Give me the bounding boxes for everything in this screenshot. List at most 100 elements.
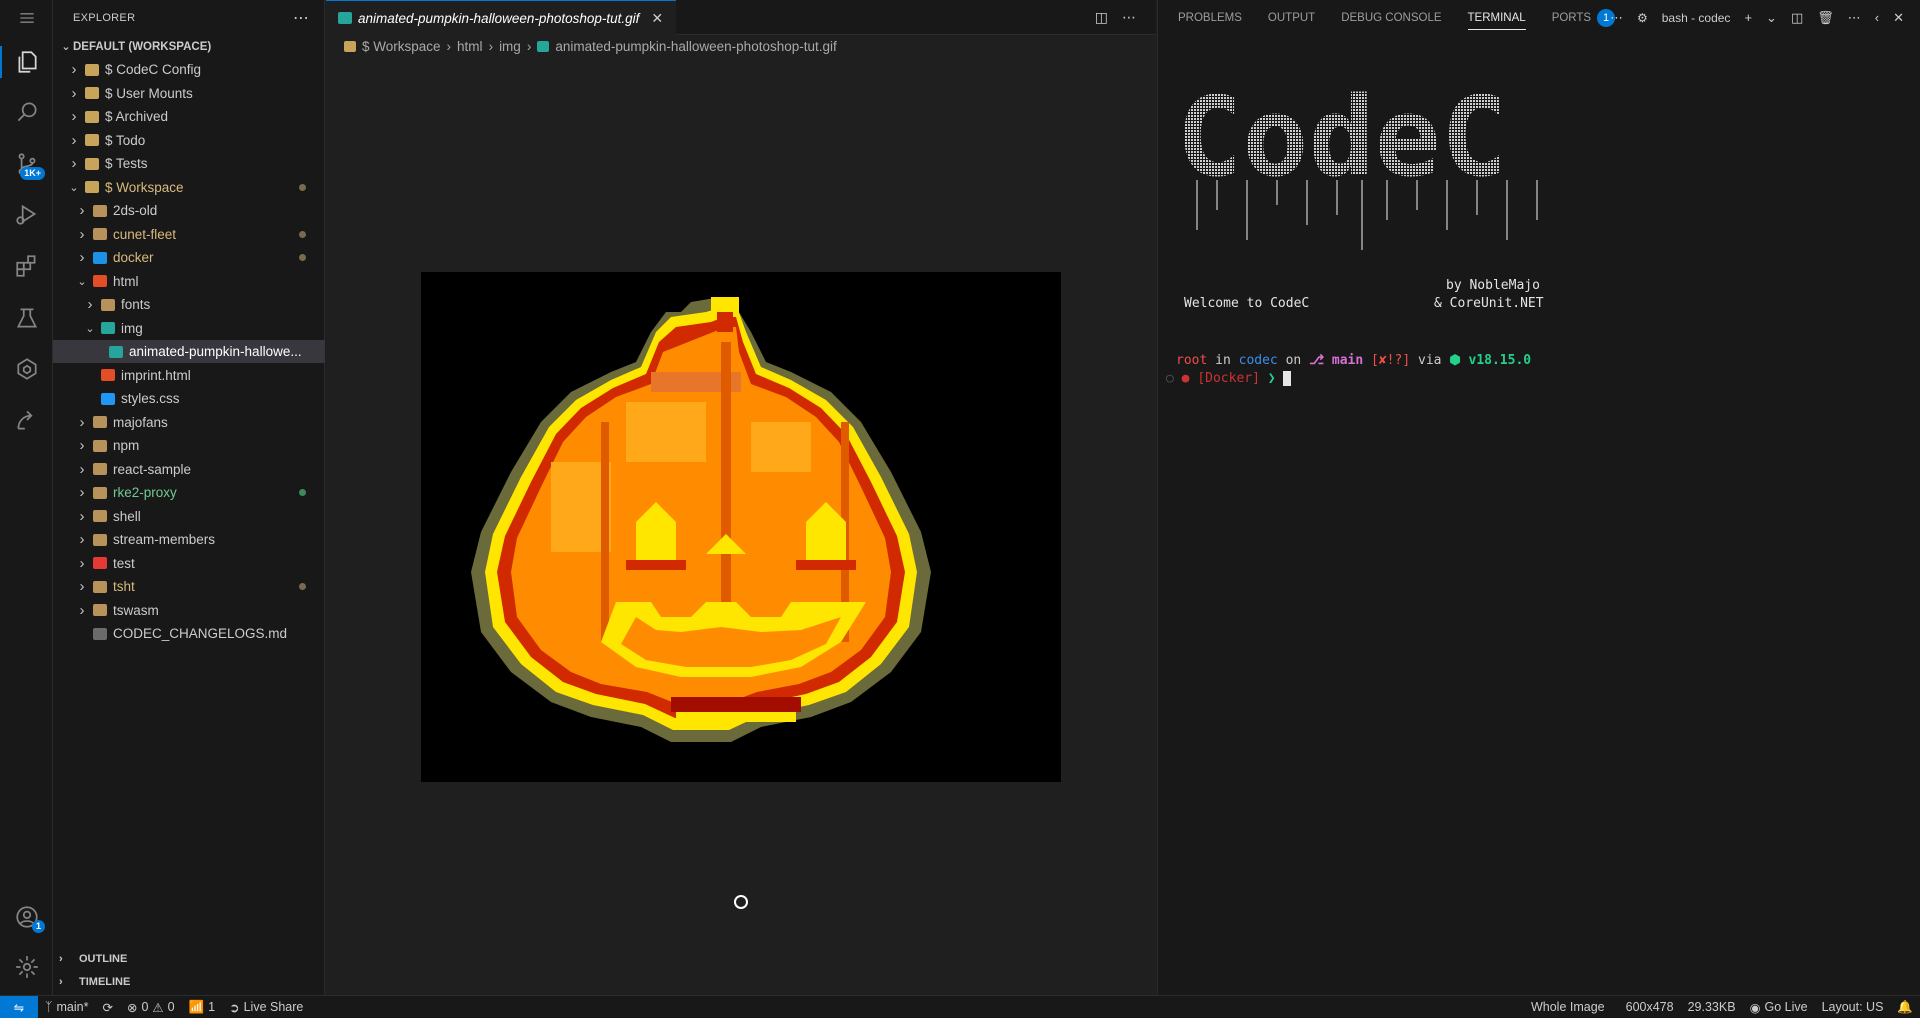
tab-output[interactable]: OUTPUT	[1268, 12, 1315, 24]
tree-item[interactable]: › $ Tests	[53, 152, 325, 175]
notifications-bell-icon[interactable]: 🔔	[1890, 1000, 1920, 1015]
folder-icon	[101, 298, 115, 311]
run-debug-icon[interactable]	[0, 190, 53, 238]
ports-status[interactable]: 📶 1	[182, 1000, 223, 1015]
tree-item[interactable]: ⌄ $ Workspace	[53, 176, 325, 199]
branch-status[interactable]: ᛉ main*	[38, 1000, 95, 1014]
folder-icon	[93, 533, 107, 546]
tree-item[interactable]: › tsht	[53, 575, 325, 598]
tree-item[interactable]: animated-pumpkin-hallowe...	[53, 340, 325, 363]
outline-section[interactable]: › OUTLINE	[53, 947, 325, 970]
tree-item[interactable]: › stream-members	[53, 528, 325, 551]
breadcrumb-item[interactable]: img	[499, 39, 521, 54]
tree-item[interactable]: styles.css	[53, 387, 325, 410]
chevron-right-icon: ›	[79, 460, 85, 478]
remote-explorer-icon[interactable]	[0, 345, 53, 393]
tree-item[interactable]: › majofans	[53, 411, 325, 434]
tree-item[interactable]: › tswasm	[53, 599, 325, 622]
terminal-output[interactable]: CodeC Welcome to CodeC by NobleMajo & Co…	[1166, 50, 1910, 985]
terminal-selector[interactable]: bash - codec	[1662, 11, 1731, 25]
tab-terminal[interactable]: TERMINAL	[1467, 12, 1526, 30]
tree-item[interactable]: › shell	[53, 505, 325, 528]
tree-item[interactable]: › npm	[53, 434, 325, 457]
tab-ports-wrapper[interactable]: PORTS 1	[1552, 8, 1616, 27]
chevron-right-icon: ›	[71, 61, 77, 78]
go-live-label: Go Live	[1764, 1000, 1808, 1014]
add-terminal-icon[interactable]: +	[1744, 10, 1752, 25]
accounts-icon[interactable]: 1	[0, 893, 53, 941]
by-line-2: & CoreUnit.NET	[1434, 296, 1544, 311]
workspace-folder-icon	[85, 63, 99, 76]
tree-item[interactable]: imprint.html	[53, 364, 325, 387]
chevron-down-icon[interactable]: ⌄	[1766, 10, 1777, 26]
terminal-panel: PROBLEMS OUTPUT DEBUG CONSOLE TERMINAL P…	[1157, 0, 1920, 995]
tree-item-label: cunet-fleet	[113, 226, 177, 242]
folder-icon	[93, 228, 107, 240]
keyboard-layout[interactable]: Layout: US	[1815, 1000, 1891, 1014]
tree-item[interactable]: ⌄ html	[53, 270, 325, 293]
more-actions-icon[interactable]: ⋯	[1122, 9, 1136, 26]
settings-gear-icon[interactable]	[0, 943, 53, 991]
menu-icon[interactable]	[0, 0, 53, 35]
explorer-header: EXPLORER ⋯	[53, 0, 324, 35]
chevron-right-icon: ›	[526, 38, 532, 54]
vscode-window: 1K+ 1 EXPLORER ⋯ ⌄ DEFAULT (WORKSPACE) ›…	[0, 0, 1920, 1018]
breadcrumb-item[interactable]: animated-pumpkin-halloween-photoshop-tut…	[555, 39, 836, 54]
search-icon[interactable]	[0, 88, 53, 136]
breadcrumb-item[interactable]: $ Workspace	[362, 39, 441, 54]
extensions-icon[interactable]	[0, 242, 53, 290]
live-share-icon[interactable]	[0, 396, 53, 444]
tree-item[interactable]: ⌄ img	[53, 317, 325, 340]
go-live-status[interactable]: ◉ Go Live	[1743, 1000, 1815, 1015]
tree-item[interactable]: › $ Archived	[53, 105, 325, 128]
whole-image-status[interactable]: Whole Image	[1524, 1000, 1619, 1014]
tree-item[interactable]: › cunet-fleet	[53, 223, 325, 246]
split-editor-icon[interactable]: ◫	[1095, 9, 1108, 26]
tree-item[interactable]: › fonts	[53, 293, 325, 316]
prompt-branch: ⎇ main	[1309, 353, 1364, 368]
testing-icon[interactable]	[0, 294, 53, 342]
tab-debug-console[interactable]: DEBUG CONSOLE	[1341, 12, 1441, 24]
tree-item[interactable]: › rke2-proxy	[53, 481, 325, 504]
trash-icon[interactable]: 🗑	[1817, 10, 1834, 26]
live-share-status[interactable]: ➲ Live Share	[222, 1000, 310, 1015]
tree-item[interactable]: › 2ds-old	[53, 199, 325, 222]
more-actions-icon[interactable]: ⋯	[293, 8, 310, 28]
tree-item[interactable]: › react-sample	[53, 458, 325, 481]
close-icon[interactable]: ✕	[651, 10, 663, 27]
tab-pumpkin-gif[interactable]: animated-pumpkin-halloween-photoshop-tut…	[326, 0, 676, 35]
problems-status[interactable]: ⊗ 0 ⚠ 0	[120, 1000, 182, 1015]
tree-item[interactable]: › test	[53, 552, 325, 575]
tree-item[interactable]: CODEC_CHANGELOGS.md	[53, 622, 325, 645]
remote-indicator-icon[interactable]: ⇋	[0, 995, 38, 1018]
close-icon[interactable]: ✕	[1893, 10, 1904, 26]
breadcrumb-item[interactable]: html	[457, 39, 483, 54]
chevron-left-icon[interactable]: ‹	[1875, 10, 1879, 25]
more-actions-icon[interactable]: ⋯	[1610, 10, 1623, 26]
tree-item-label: imprint.html	[121, 367, 191, 383]
tree-item[interactable]: › $ Todo	[53, 129, 325, 152]
tab-problems[interactable]: PROBLEMS	[1178, 12, 1242, 24]
live-share-icon: ➲	[229, 1000, 240, 1015]
warnings-count: 0	[167, 1000, 175, 1014]
more-actions-icon[interactable]: ⋯	[1848, 10, 1861, 26]
tree-item[interactable]: › $ CodeC Config	[53, 58, 325, 81]
timeline-section[interactable]: › TIMELINE	[53, 970, 325, 993]
source-control-icon[interactable]: 1K+	[0, 140, 53, 188]
codec-logo-graphic: CodeC	[1176, 73, 1538, 250]
workspace-folder-icon	[85, 181, 99, 193]
image-file-icon	[109, 345, 123, 358]
pumpkin-image[interactable]	[421, 272, 1061, 782]
modified-indicator-icon	[299, 583, 306, 590]
tree-item[interactable]: › $ User Mounts	[53, 82, 325, 105]
explorer-icon[interactable]	[0, 38, 53, 86]
tree-item[interactable]: › docker	[53, 246, 325, 269]
workspace-folder-icon	[85, 110, 99, 123]
chevron-right-icon: ›	[79, 249, 85, 266]
sync-icon[interactable]: ⟳	[95, 1000, 119, 1015]
workspace-root[interactable]: ⌄ DEFAULT (WORKSPACE)	[53, 35, 325, 58]
prompt-in: in	[1207, 353, 1239, 368]
chevron-right-icon: ›	[79, 507, 85, 525]
circle-icon: ○	[1166, 371, 1182, 386]
split-terminal-icon[interactable]: ◫	[1791, 10, 1803, 26]
